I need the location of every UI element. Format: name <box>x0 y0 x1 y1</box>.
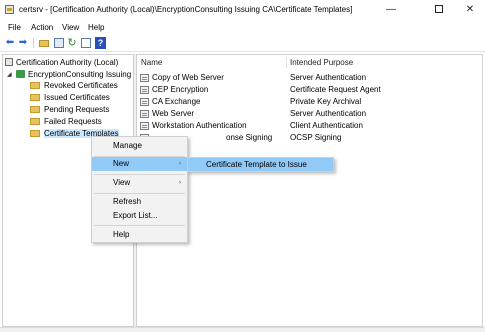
submenu-arrow-icon: › <box>179 161 181 167</box>
tree-item-label: Pending Requests <box>44 105 110 114</box>
submenu-arrow-icon: › <box>179 180 181 186</box>
window-title: certsrv - [Certification Authority (Loca… <box>19 5 353 14</box>
folder-up-icon[interactable] <box>38 37 50 49</box>
menu-view[interactable]: View <box>62 23 79 32</box>
menu-separator <box>94 174 185 175</box>
context-item-label: Export List... <box>113 211 158 220</box>
tree-item-label: Issued Certificates <box>44 93 110 102</box>
toolbar-separator <box>33 38 34 48</box>
ca-server-icon <box>16 70 25 78</box>
template-name: Web Server <box>152 109 195 118</box>
template-name: CA Exchange <box>152 97 201 106</box>
maximize-button[interactable] <box>424 0 454 20</box>
table-row[interactable]: Web Server Server Authentication <box>137 108 482 120</box>
template-name: CEP Encryption <box>152 85 209 94</box>
certsrv-app-icon <box>5 5 14 14</box>
refresh-icon[interactable]: ↻ <box>66 37 78 49</box>
tree-item-failed-requests[interactable]: Failed Requests <box>30 116 102 127</box>
certificate-template-icon <box>140 122 149 130</box>
tree-root-label: Certification Authority (Local) <box>16 58 119 67</box>
back-arrow-icon[interactable]: ⬅ <box>4 37 16 49</box>
tree-server[interactable]: EncryptionConsulting Issuing <box>16 69 131 80</box>
context-item-label: Refresh <box>113 197 142 206</box>
status-bar <box>0 327 485 332</box>
column-header-name[interactable]: Name <box>141 55 286 70</box>
certificate-template-to-issue-item[interactable]: Certificate Template to Issue <box>188 158 333 171</box>
certificate-template-icon <box>140 86 149 94</box>
context-item-label: View <box>113 178 131 187</box>
template-name: Workstation Authentication <box>152 121 247 130</box>
template-purpose: OCSP Signing <box>290 133 342 142</box>
folder-icon <box>30 130 40 137</box>
forward-arrow-icon[interactable]: ➡ <box>17 37 29 49</box>
template-name: onse Signing <box>226 133 273 142</box>
context-item-view[interactable]: View › <box>92 176 187 190</box>
tree-item-label: Failed Requests <box>44 117 102 126</box>
result-list: Name Intended Purpose Copy of Web Server… <box>136 54 483 327</box>
folder-icon <box>30 106 40 113</box>
context-item-label: Help <box>113 230 130 239</box>
certificate-template-icon <box>140 98 149 106</box>
template-name: Copy of Web Server <box>152 73 224 82</box>
context-item-new[interactable]: New › <box>92 157 187 171</box>
template-purpose: Certificate Request Agent <box>290 85 381 94</box>
menu-bar: File Action View Help <box>0 21 485 35</box>
tree-item-issued-certificates[interactable]: Issued Certificates <box>30 92 110 103</box>
table-row[interactable]: CEP Encryption Certificate Request Agent <box>137 84 482 96</box>
folder-icon <box>30 82 40 89</box>
column-divider[interactable] <box>286 57 287 68</box>
folder-icon <box>30 94 40 101</box>
show-hide-tree-icon[interactable] <box>53 37 65 49</box>
context-item-label: New <box>113 159 130 168</box>
export-list-icon[interactable] <box>80 37 92 49</box>
title-bar: certsrv - [Certification Authority (Loca… <box>0 0 485 20</box>
context-item-refresh[interactable]: Refresh <box>92 195 187 209</box>
help-icon[interactable]: ? <box>94 37 106 49</box>
tree-server-label: EncryptionConsulting Issuing <box>28 70 132 79</box>
table-row[interactable]: onse Signing OCSP Signing <box>137 132 482 144</box>
menu-separator <box>94 225 185 226</box>
template-purpose: Client Authentication <box>290 121 363 130</box>
certificate-template-icon <box>140 110 149 118</box>
table-row[interactable]: CA Exchange Private Key Archival <box>137 96 482 108</box>
ca-snapin-icon <box>5 58 13 66</box>
tree-root[interactable]: Certification Authority (Local) <box>5 57 118 68</box>
context-item-help[interactable]: Help <box>92 228 187 242</box>
menu-separator <box>94 193 185 194</box>
certificate-template-icon <box>140 74 149 82</box>
menu-help[interactable]: Help <box>88 23 104 32</box>
column-header-intended-purpose[interactable]: Intended Purpose <box>290 55 480 70</box>
maximize-icon <box>435 5 443 14</box>
expand-collapse-icon[interactable]: ◢ <box>7 71 12 78</box>
template-purpose: Server Authentication <box>290 73 367 82</box>
toolbar: ⬅ ➡ ↻ ? <box>0 35 485 52</box>
minimize-button[interactable]: — <box>376 0 406 20</box>
close-button[interactable]: ✕ <box>455 0 485 20</box>
tree-item-pending-requests[interactable]: Pending Requests <box>30 104 109 115</box>
menu-file[interactable]: File <box>8 23 21 32</box>
table-row[interactable]: Copy of Web Server Server Authentication <box>137 72 482 84</box>
tree-item-revoked-certificates[interactable]: Revoked Certificates <box>30 80 118 91</box>
menu-action[interactable]: Action <box>31 23 53 32</box>
template-purpose: Private Key Archival <box>290 97 362 106</box>
context-item-manage[interactable]: Manage <box>92 139 187 153</box>
tree-item-label: Revoked Certificates <box>44 81 118 90</box>
template-purpose: Server Authentication <box>290 109 367 118</box>
folder-icon <box>30 118 40 125</box>
context-menu: Manage New › View › Refresh Export List...… <box>91 136 188 243</box>
new-submenu: Certificate Template to Issue <box>187 157 334 172</box>
context-item-label: Manage <box>113 141 142 150</box>
table-row[interactable]: Workstation Authentication Client Authen… <box>137 120 482 132</box>
context-item-export-list[interactable]: Export List... <box>92 209 187 223</box>
